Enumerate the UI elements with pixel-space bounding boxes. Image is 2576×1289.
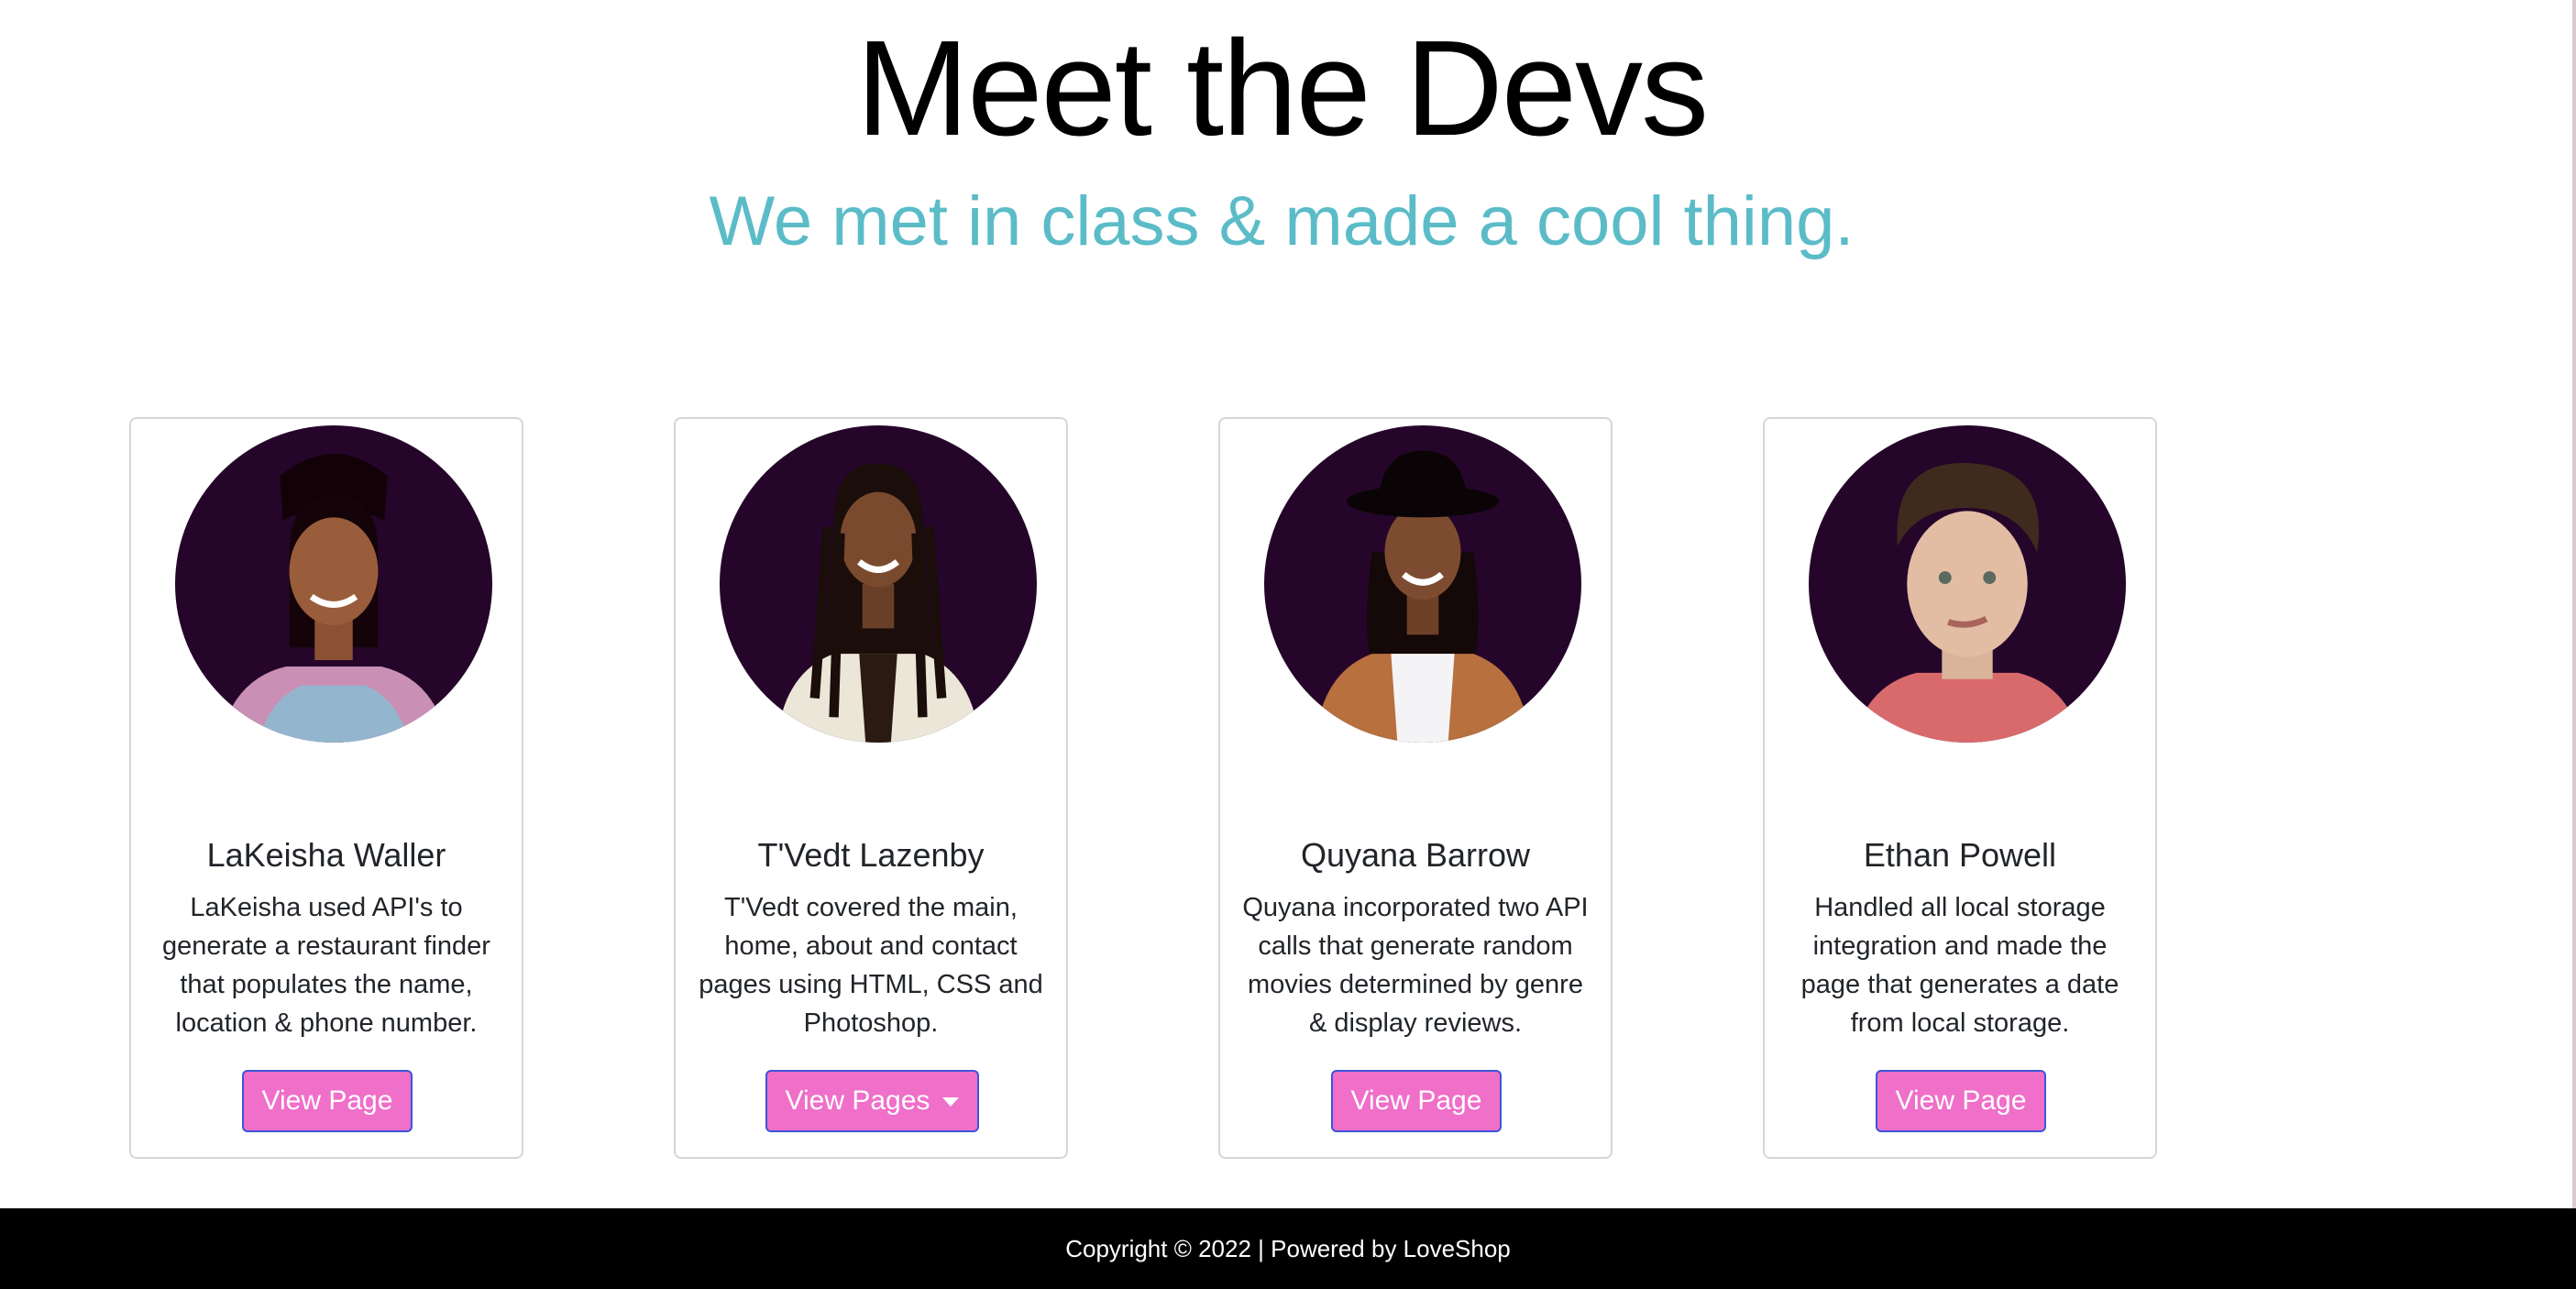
view-pages-dropdown-button[interactable]: View Pages — [765, 1070, 979, 1132]
caret-down-icon — [942, 1097, 960, 1107]
page-subtitle: We met in class & made a cool thing. — [709, 182, 1855, 260]
dev-card-lakeisha: LaKeisha Waller LaKeisha used API's to g… — [129, 417, 523, 1159]
avatar-photo — [175, 425, 492, 743]
avatar-photo — [1264, 425, 1581, 743]
dev-name: LaKeisha Waller — [206, 836, 446, 874]
footer: Copyright © 2022 | Powered by LoveShop — [0, 1208, 2576, 1289]
dev-name: Ethan Powell — [1863, 836, 2057, 874]
view-page-button[interactable]: View Page — [242, 1070, 413, 1132]
view-page-label: View Page — [1350, 1085, 1482, 1116]
window-edge — [2572, 0, 2576, 1208]
dev-description: Handled all local storage integration an… — [1800, 893, 2119, 1038]
avatar-photo — [720, 425, 1037, 743]
person-photo-icon — [219, 454, 448, 743]
view-page-button[interactable]: View Page — [1876, 1070, 2046, 1132]
footer-copyright: Copyright © 2022 | Powered by LoveShop — [1065, 1234, 1511, 1262]
dev-description: Quyana incorporated two API calls that g… — [1242, 893, 1589, 1038]
dev-description: T'Vedt covered the main, home, about and… — [699, 893, 1043, 1038]
dev-card-tvedt: T'Vedt Lazenby T'Vedt covered the main, … — [674, 417, 1068, 1159]
dev-name: Quyana Barrow — [1300, 836, 1531, 874]
view-page-button[interactable]: View Page — [1331, 1070, 1502, 1132]
person-photo-icon — [1853, 463, 2082, 743]
page-title: Meet the Devs — [855, 13, 1709, 164]
dev-card-ethan: Ethan Powell Handled all local storage i… — [1763, 417, 2157, 1159]
avatar-photo — [1809, 425, 2126, 743]
person-photo-icon — [776, 463, 980, 743]
view-pages-label: View Pages — [785, 1085, 930, 1116]
view-page-label: View Page — [1895, 1085, 2027, 1116]
dev-description: LaKeisha used API's to generate a restau… — [162, 893, 490, 1038]
dev-card-quyana: Quyana Barrow Quyana incorporated two AP… — [1218, 417, 1613, 1159]
person-photo-icon — [1315, 450, 1531, 743]
view-page-label: View Page — [261, 1085, 393, 1116]
dev-name: T'Vedt Lazenby — [757, 836, 985, 874]
